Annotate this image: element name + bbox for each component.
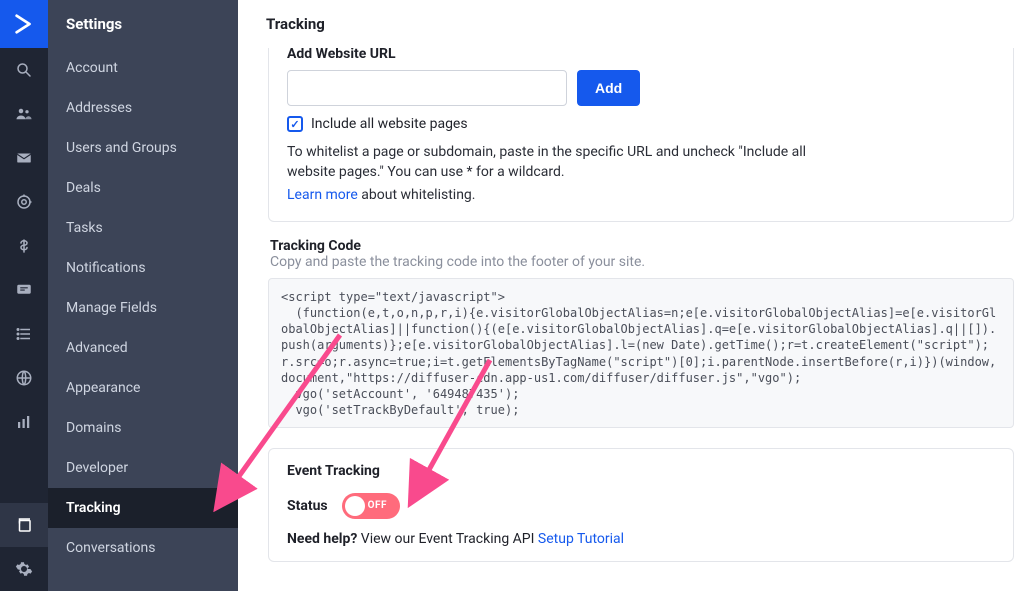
globe-icon[interactable] — [0, 356, 48, 400]
tracking-code-box[interactable]: <script type="text/javascript"> (functio… — [268, 278, 1014, 428]
page-title: Tracking — [238, 0, 1024, 48]
status-label: Status — [287, 498, 328, 514]
sidebar-item-notifications[interactable]: Notifications — [48, 248, 238, 288]
learn-more-link[interactable]: Learn more — [287, 187, 358, 203]
sidebar-item-appearance[interactable]: Appearance — [48, 368, 238, 408]
tracking-code-sub: Copy and paste the tracking code into th… — [270, 254, 1014, 270]
target-icon[interactable] — [0, 180, 48, 224]
add-website-card: Add Website URL Add ✓ Include all websit… — [268, 48, 1014, 222]
add-url-label: Add Website URL — [287, 48, 995, 62]
settings-gear-icon[interactable] — [0, 547, 48, 591]
message-icon[interactable] — [0, 268, 48, 312]
setup-tutorial-link[interactable]: Setup Tutorial — [538, 531, 624, 547]
include-all-pages-checkbox[interactable]: ✓ — [287, 116, 303, 132]
include-all-pages-label: Include all website pages — [311, 116, 468, 132]
status-toggle[interactable]: OFF — [342, 493, 400, 519]
search-icon[interactable] — [0, 48, 48, 92]
website-url-input[interactable] — [287, 70, 567, 106]
contacts-icon[interactable] — [0, 92, 48, 136]
sidebar-title: Settings — [48, 0, 238, 48]
windows-icon[interactable] — [0, 503, 48, 547]
add-button[interactable]: Add — [577, 70, 640, 106]
sidebar-item-advanced[interactable]: Advanced — [48, 328, 238, 368]
sidebar-item-users-groups[interactable]: Users and Groups — [48, 128, 238, 168]
tracking-code-header: Tracking Code Copy and paste the trackin… — [270, 238, 1014, 270]
mail-icon[interactable] — [0, 136, 48, 180]
event-tracking-title: Event Tracking — [287, 463, 995, 479]
sidebar-item-domains[interactable]: Domains — [48, 408, 238, 448]
sidebar-item-tracking[interactable]: Tracking — [48, 488, 238, 528]
sidebar-item-deals[interactable]: Deals — [48, 168, 238, 208]
event-tracking-help: Need help? View our Event Tracking API S… — [287, 531, 995, 547]
sidebar-item-addresses[interactable]: Addresses — [48, 88, 238, 128]
sidebar-item-account[interactable]: Account — [48, 48, 238, 88]
reports-icon[interactable] — [0, 400, 48, 444]
tracking-code-title: Tracking Code — [270, 238, 1014, 254]
sidebar-item-conversations[interactable]: Conversations — [48, 528, 238, 568]
whitelist-description: To whitelist a page or subdomain, paste … — [287, 142, 807, 183]
icon-rail — [0, 0, 48, 591]
sidebar-item-developer[interactable]: Developer — [48, 448, 238, 488]
event-tracking-card: Event Tracking Status OFF Need help? Vie… — [268, 448, 1014, 562]
deals-icon[interactable] — [0, 224, 48, 268]
sidebar-item-tasks[interactable]: Tasks — [48, 208, 238, 248]
settings-sidebar: Settings Account Addresses Users and Gro… — [48, 0, 238, 591]
sidebar-item-manage-fields[interactable]: Manage Fields — [48, 288, 238, 328]
main-panel: Tracking Add Website URL Add ✓ Include a… — [238, 0, 1024, 591]
brand-logo[interactable] — [0, 0, 48, 48]
list-icon[interactable] — [0, 312, 48, 356]
